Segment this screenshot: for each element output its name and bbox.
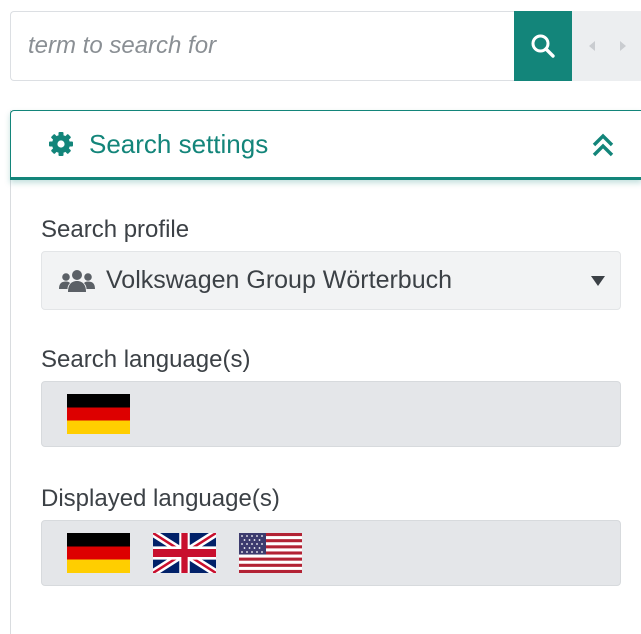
search-languages-label: Search language(s) bbox=[41, 346, 251, 373]
arrow-left-icon bbox=[588, 41, 595, 51]
search-input[interactable] bbox=[11, 12, 511, 80]
gear-icon bbox=[48, 131, 74, 157]
german-flag-icon[interactable] bbox=[67, 533, 130, 573]
search-button[interactable] bbox=[514, 11, 572, 81]
history-nav bbox=[572, 11, 641, 81]
search-profile-select[interactable]: Volkswagen Group Wörterbuch bbox=[41, 251, 621, 310]
us-flag-icon[interactable] bbox=[239, 533, 302, 573]
uk-flag-icon[interactable] bbox=[153, 533, 216, 573]
users-icon bbox=[59, 269, 95, 292]
displayed-languages-field[interactable] bbox=[41, 520, 621, 586]
search-languages-field[interactable] bbox=[41, 381, 621, 447]
chevron-double-up-icon[interactable] bbox=[591, 132, 615, 158]
displayed-languages-label: Displayed language(s) bbox=[41, 485, 280, 512]
nav-back-button[interactable] bbox=[582, 36, 602, 56]
arrow-right-icon bbox=[619, 41, 626, 51]
search-icon bbox=[531, 34, 555, 58]
nav-forward-button[interactable] bbox=[613, 36, 633, 56]
search-profile-value: Volkswagen Group Wörterbuch bbox=[106, 266, 453, 294]
search-settings-header[interactable]: Search settings bbox=[10, 110, 641, 180]
german-flag-icon[interactable] bbox=[67, 394, 130, 434]
search-profile-label: Search profile bbox=[41, 216, 190, 243]
search-settings-title: Search settings bbox=[89, 128, 269, 159]
search-settings-panel: Search settings Search profile Volkswage… bbox=[10, 110, 641, 634]
search-bar bbox=[10, 11, 641, 81]
caret-down-icon bbox=[591, 276, 605, 286]
